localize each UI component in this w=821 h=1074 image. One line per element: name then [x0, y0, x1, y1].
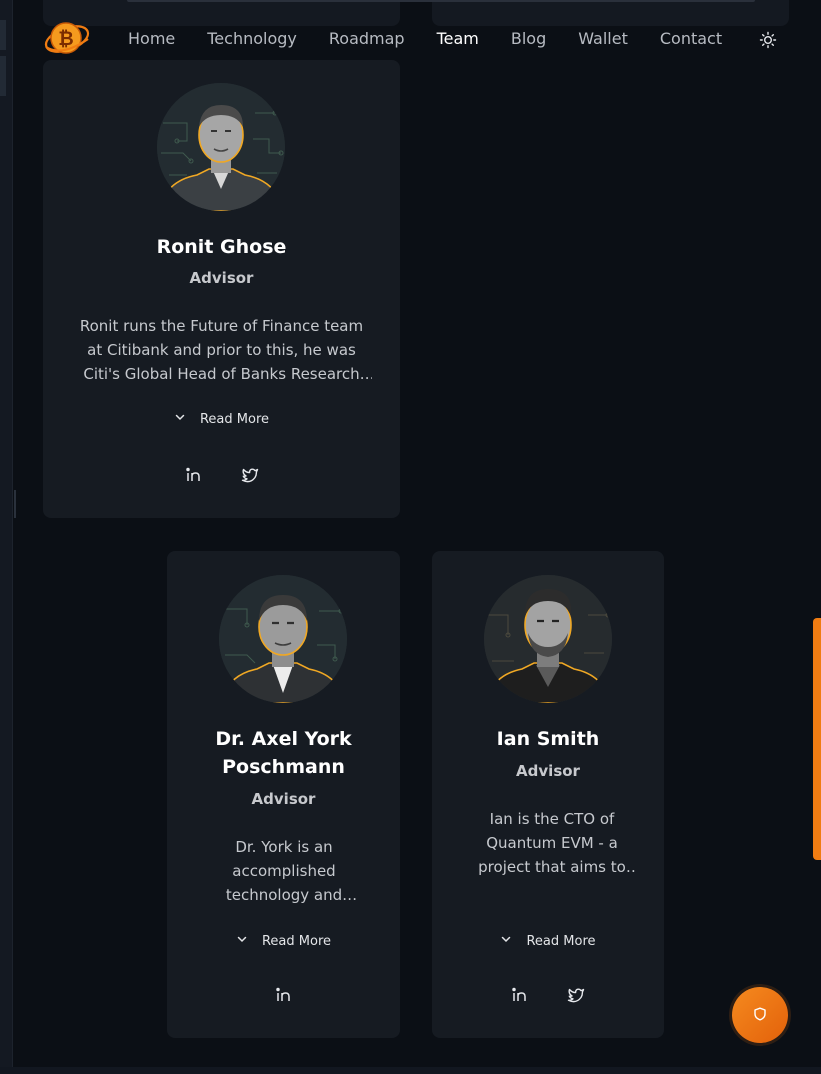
- nav-team[interactable]: Team: [437, 28, 479, 50]
- member-name: Ronit Ghose: [156, 236, 287, 258]
- nav-technology[interactable]: Technology: [207, 28, 297, 50]
- member-name-text: Dr. Axel York Poschmann: [215, 728, 352, 778]
- team-card-ian-smith: Ian Smith Advisor Ian is the CTO of Quan…: [432, 551, 664, 1038]
- linkedin-icon[interactable]: [275, 986, 293, 1004]
- nav-roadmap[interactable]: Roadmap: [329, 28, 405, 50]
- member-bio: Ronit runs the Future of Finance team at…: [79, 317, 364, 383]
- bottom-edge: [0, 1067, 821, 1074]
- member-role: Advisor: [516, 762, 580, 780]
- social-links: [43, 466, 400, 484]
- member-name: Ian Smith: [496, 728, 600, 750]
- read-more-button[interactable]: Read More: [167, 933, 400, 949]
- read-more-button[interactable]: Read More: [432, 933, 664, 949]
- social-links: [432, 986, 664, 1004]
- privacy-shield-button[interactable]: [732, 987, 788, 1043]
- member-role: Advisor: [189, 269, 254, 287]
- avatar: [484, 575, 612, 703]
- header-search-bar: [127, 0, 755, 2]
- sidebar-tab: [0, 56, 6, 96]
- chevron-down-icon: [500, 933, 512, 949]
- shield-icon: [753, 1006, 767, 1025]
- avatar: [157, 83, 285, 211]
- twitter-icon[interactable]: [567, 986, 585, 1004]
- page-scrollbar-thumb[interactable]: [813, 618, 821, 860]
- member-role: Advisor: [251, 790, 316, 808]
- nav-wallet[interactable]: Wallet: [578, 28, 628, 50]
- nav-home[interactable]: Home: [128, 28, 175, 50]
- nav-contact[interactable]: Contact: [660, 28, 722, 50]
- member-name: Dr. Axel York Poschmann: [167, 725, 400, 781]
- sun-icon[interactable]: [759, 31, 777, 49]
- left-sidebar-edge: [0, 0, 13, 1067]
- bitcoin-logo-icon[interactable]: ₿: [42, 17, 92, 59]
- read-more-label: Read More: [261, 933, 332, 949]
- main-nav: Home Technology Roadmap Team Blog Wallet…: [128, 28, 722, 50]
- nav-blog[interactable]: Blog: [511, 28, 546, 50]
- read-more-label: Read More: [526, 933, 596, 949]
- chevron-down-icon: [236, 933, 248, 949]
- team-card-axel-york-poschmann: Dr. Axel York Poschmann Advisor Dr. York…: [167, 551, 400, 1038]
- sidebar-tab: [0, 20, 6, 50]
- read-more-button[interactable]: Read More: [43, 411, 400, 427]
- twitter-icon[interactable]: [241, 466, 259, 484]
- linkedin-icon[interactable]: [511, 986, 529, 1004]
- social-links: [167, 986, 400, 1004]
- member-bio: Ian is the CTO of Quantum EVM - a projec…: [478, 810, 626, 876]
- read-more-label: Read More: [199, 411, 270, 427]
- avatar: [219, 575, 347, 703]
- svg-text:₿: ₿: [58, 28, 73, 50]
- linkedin-icon[interactable]: [185, 466, 203, 484]
- chevron-down-icon: [174, 411, 186, 427]
- member-bio: Dr. York is an accomplished technology a…: [225, 838, 343, 904]
- team-card-ronit-ghose: Ronit Ghose Advisor Ronit runs the Futur…: [43, 60, 400, 518]
